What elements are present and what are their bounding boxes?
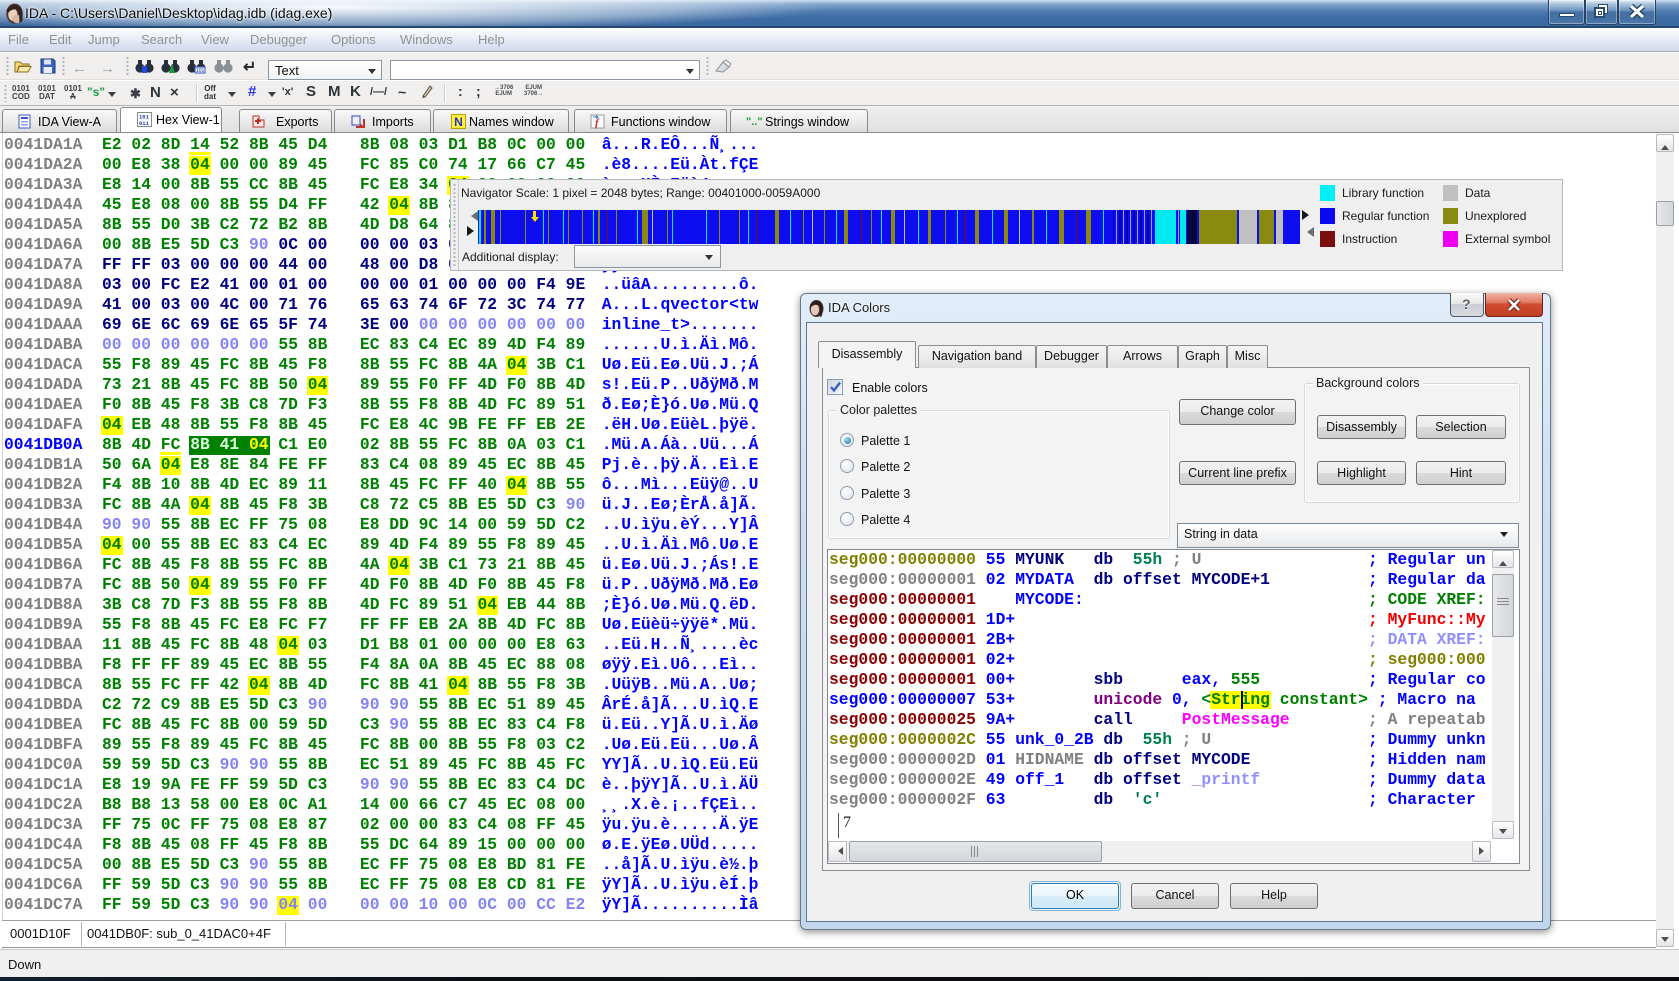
svg-text:011: 011 — [139, 120, 150, 127]
svg-text:101: 101 — [196, 68, 205, 74]
